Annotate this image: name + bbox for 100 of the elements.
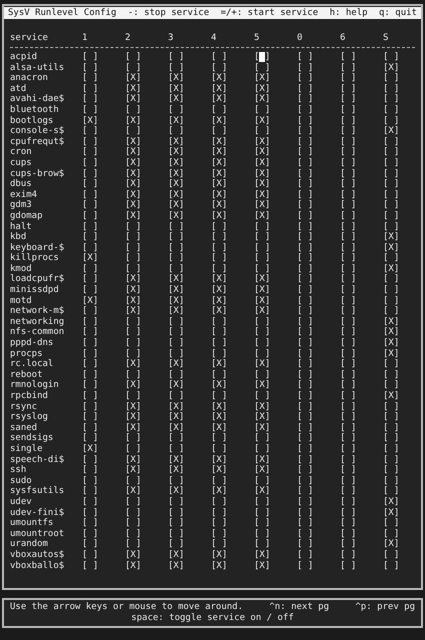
runlevel-checkbox[interactable]: [ ]: [82, 338, 98, 349]
runlevel-checkbox[interactable]: [ ]: [297, 222, 314, 232]
runlevel-checkbox[interactable]: [ ]: [82, 380, 98, 391]
runlevel-checkbox[interactable]: [ ]: [254, 242, 270, 254]
runlevel-checkbox[interactable]: [ ]: [340, 508, 356, 518]
runlevel-checkbox[interactable]: [X]: [254, 158, 270, 169]
runlevel-checkbox[interactable]: [ ]: [211, 348, 228, 360]
runlevel-checkbox[interactable]: [X]: [125, 147, 142, 158]
runlevel-checkbox[interactable]: [ ]: [383, 222, 400, 232]
runlevel-checkbox[interactable]: [X]: [82, 444, 98, 455]
runlevel-checkbox[interactable]: [ ]: [297, 486, 314, 497]
runlevel-checkbox[interactable]: [X]: [125, 402, 142, 412]
runlevel-checkbox[interactable]: [ ]: [340, 391, 356, 402]
runlevel-checkbox[interactable]: [X]: [383, 316, 400, 328]
runlevel-checkbox[interactable]: [ ]: [340, 338, 356, 349]
runlevel-checkbox[interactable]: [ ]: [254, 253, 270, 264]
runlevel-checkbox[interactable]: [ ]: [82, 316, 98, 328]
runlevel-checkbox[interactable]: [ ]: [383, 454, 400, 466]
runlevel-checkbox[interactable]: [X]: [254, 465, 270, 476]
runlevel-checkbox[interactable]: [ ]: [168, 476, 184, 486]
runlevel-checkbox[interactable]: [X]: [168, 402, 184, 412]
runlevel-checkbox[interactable]: [X]: [383, 264, 400, 274]
runlevel-checkbox[interactable]: [ ]: [383, 94, 400, 105]
runlevel-checkbox[interactable]: [ ]: [211, 508, 228, 518]
runlevel-checkbox[interactable]: [X]: [125, 274, 142, 286]
runlevel-checkbox[interactable]: [X]: [125, 179, 142, 190]
runlevel-checkbox[interactable]: [X]: [168, 412, 184, 423]
runlevel-checkbox[interactable]: [X]: [211, 274, 228, 286]
runlevel-checkbox[interactable]: [ ]: [297, 422, 314, 434]
runlevel-checkbox[interactable]: [ ]: [297, 327, 314, 338]
runlevel-checkbox[interactable]: [ ]: [340, 560, 356, 572]
runlevel-checkbox[interactable]: [ ]: [168, 444, 184, 455]
runlevel-checkbox[interactable]: [ ]: [125, 62, 142, 74]
runlevel-checkbox[interactable]: [ ]: [254, 264, 270, 274]
runlevel-checkbox[interactable]: [ ]: [125, 316, 142, 328]
runlevel-checkbox[interactable]: [X]: [125, 422, 142, 434]
runlevel-checkbox[interactable]: [ ]: [82, 52, 98, 63]
runlevel-checkbox[interactable]: [ ]: [383, 528, 400, 540]
runlevel-checkbox[interactable]: [ ]: [82, 200, 98, 211]
runlevel-checkbox[interactable]: [ ]: [254, 338, 270, 349]
runlevel-checkbox[interactable]: [ ]: [168, 104, 184, 116]
runlevel-checkbox[interactable]: [ ]: [297, 232, 314, 243]
runlevel-checkbox[interactable]: [ ]: [340, 158, 356, 169]
runlevel-checkbox[interactable]: [X]: [211, 116, 228, 126]
runlevel-checkbox[interactable]: [ ]: [297, 126, 314, 137]
runlevel-checkbox[interactable]: [ ]: [82, 465, 98, 476]
runlevel-checkbox[interactable]: [ ]: [297, 359, 314, 370]
runlevel-checkbox[interactable]: [ ]: [254, 104, 270, 116]
runlevel-checkbox[interactable]: [X]: [254, 380, 270, 391]
runlevel-checkbox[interactable]: [X]: [211, 454, 228, 466]
runlevel-checkbox[interactable]: [ ]: [211, 518, 228, 529]
runlevel-checkbox[interactable]: [ ]: [254, 391, 270, 402]
runlevel-checkbox[interactable]: [X]: [211, 306, 228, 317]
runlevel-checkbox[interactable]: [ ]: [82, 274, 98, 286]
runlevel-checkbox[interactable]: [X]: [211, 465, 228, 476]
runlevel-checkbox[interactable]: [X]: [211, 94, 228, 105]
runlevel-checkbox[interactable]: [X]: [211, 486, 228, 497]
runlevel-checkbox[interactable]: [X]: [82, 296, 98, 306]
runlevel-checkbox[interactable]: [X]: [254, 359, 270, 370]
runlevel-checkbox[interactable]: [X]: [254, 412, 270, 423]
runlevel-checkbox[interactable]: [X]: [168, 179, 184, 190]
runlevel-checkbox[interactable]: [ ]: [254, 348, 270, 360]
runlevel-checkbox[interactable]: [ ]: [211, 104, 228, 116]
runlevel-checkbox[interactable]: [ ]: [383, 200, 400, 211]
runlevel-checkbox[interactable]: [ ]: [383, 179, 400, 190]
runlevel-checkbox[interactable]: [X]: [125, 190, 142, 200]
runlevel-checkbox[interactable]: [X]: [125, 560, 142, 572]
runlevel-checkbox[interactable]: [ ]: [82, 62, 98, 74]
runlevel-checkbox[interactable]: [ ]: [254, 508, 270, 518]
runlevel-checkbox[interactable]: [ ]: [340, 359, 356, 370]
runlevel-checkbox[interactable]: [X]: [254, 84, 270, 94]
runlevel-checkbox[interactable]: [ ]: [340, 296, 356, 306]
runlevel-checkbox[interactable]: [ ]: [211, 391, 228, 402]
runlevel-checkbox[interactable]: [ ]: [297, 274, 314, 286]
runlevel-checkbox[interactable]: [ ]: [340, 454, 356, 466]
runlevel-checkbox[interactable]: [ ]: [211, 126, 228, 137]
runlevel-checkbox[interactable]: [X]: [211, 136, 228, 148]
runlevel-checkbox[interactable]: [X]: [211, 158, 228, 169]
runlevel-checkbox[interactable]: [ ]: [82, 242, 98, 254]
runlevel-checkbox[interactable]: [ ]: [297, 62, 314, 74]
runlevel-checkbox[interactable]: [ ]: [297, 306, 314, 317]
runlevel-checkbox[interactable]: [X]: [254, 136, 270, 148]
runlevel-checkbox[interactable]: [ ]: [125, 104, 142, 116]
runlevel-checkbox[interactable]: [ ]: [383, 104, 400, 116]
runlevel-checkbox[interactable]: [X]: [125, 412, 142, 423]
runlevel-checkbox[interactable]: [ ]: [125, 338, 142, 349]
runlevel-checkbox[interactable]: [ ]: [82, 104, 98, 116]
runlevel-checkbox[interactable]: [ ]: [82, 327, 98, 338]
runlevel-checkbox[interactable]: [ ]: [340, 348, 356, 360]
runlevel-checkbox[interactable]: [ ]: [125, 391, 142, 402]
runlevel-checkbox[interactable]: [X]: [125, 465, 142, 476]
runlevel-checkbox[interactable]: [X]: [254, 274, 270, 286]
runlevel-checkbox[interactable]: [ ]: [168, 391, 184, 402]
runlevel-checkbox[interactable]: [X]: [125, 168, 142, 180]
runlevel-checkbox[interactable]: [ ]: [297, 136, 314, 148]
runlevel-checkbox[interactable]: [ ]: [340, 518, 356, 529]
runlevel-checkbox[interactable]: [ ]: [254, 126, 270, 137]
runlevel-checkbox[interactable]: [ ]: [125, 348, 142, 360]
runlevel-checkbox[interactable]: [ ]: [340, 136, 356, 148]
runlevel-checkbox[interactable]: [ ]: [340, 476, 356, 486]
